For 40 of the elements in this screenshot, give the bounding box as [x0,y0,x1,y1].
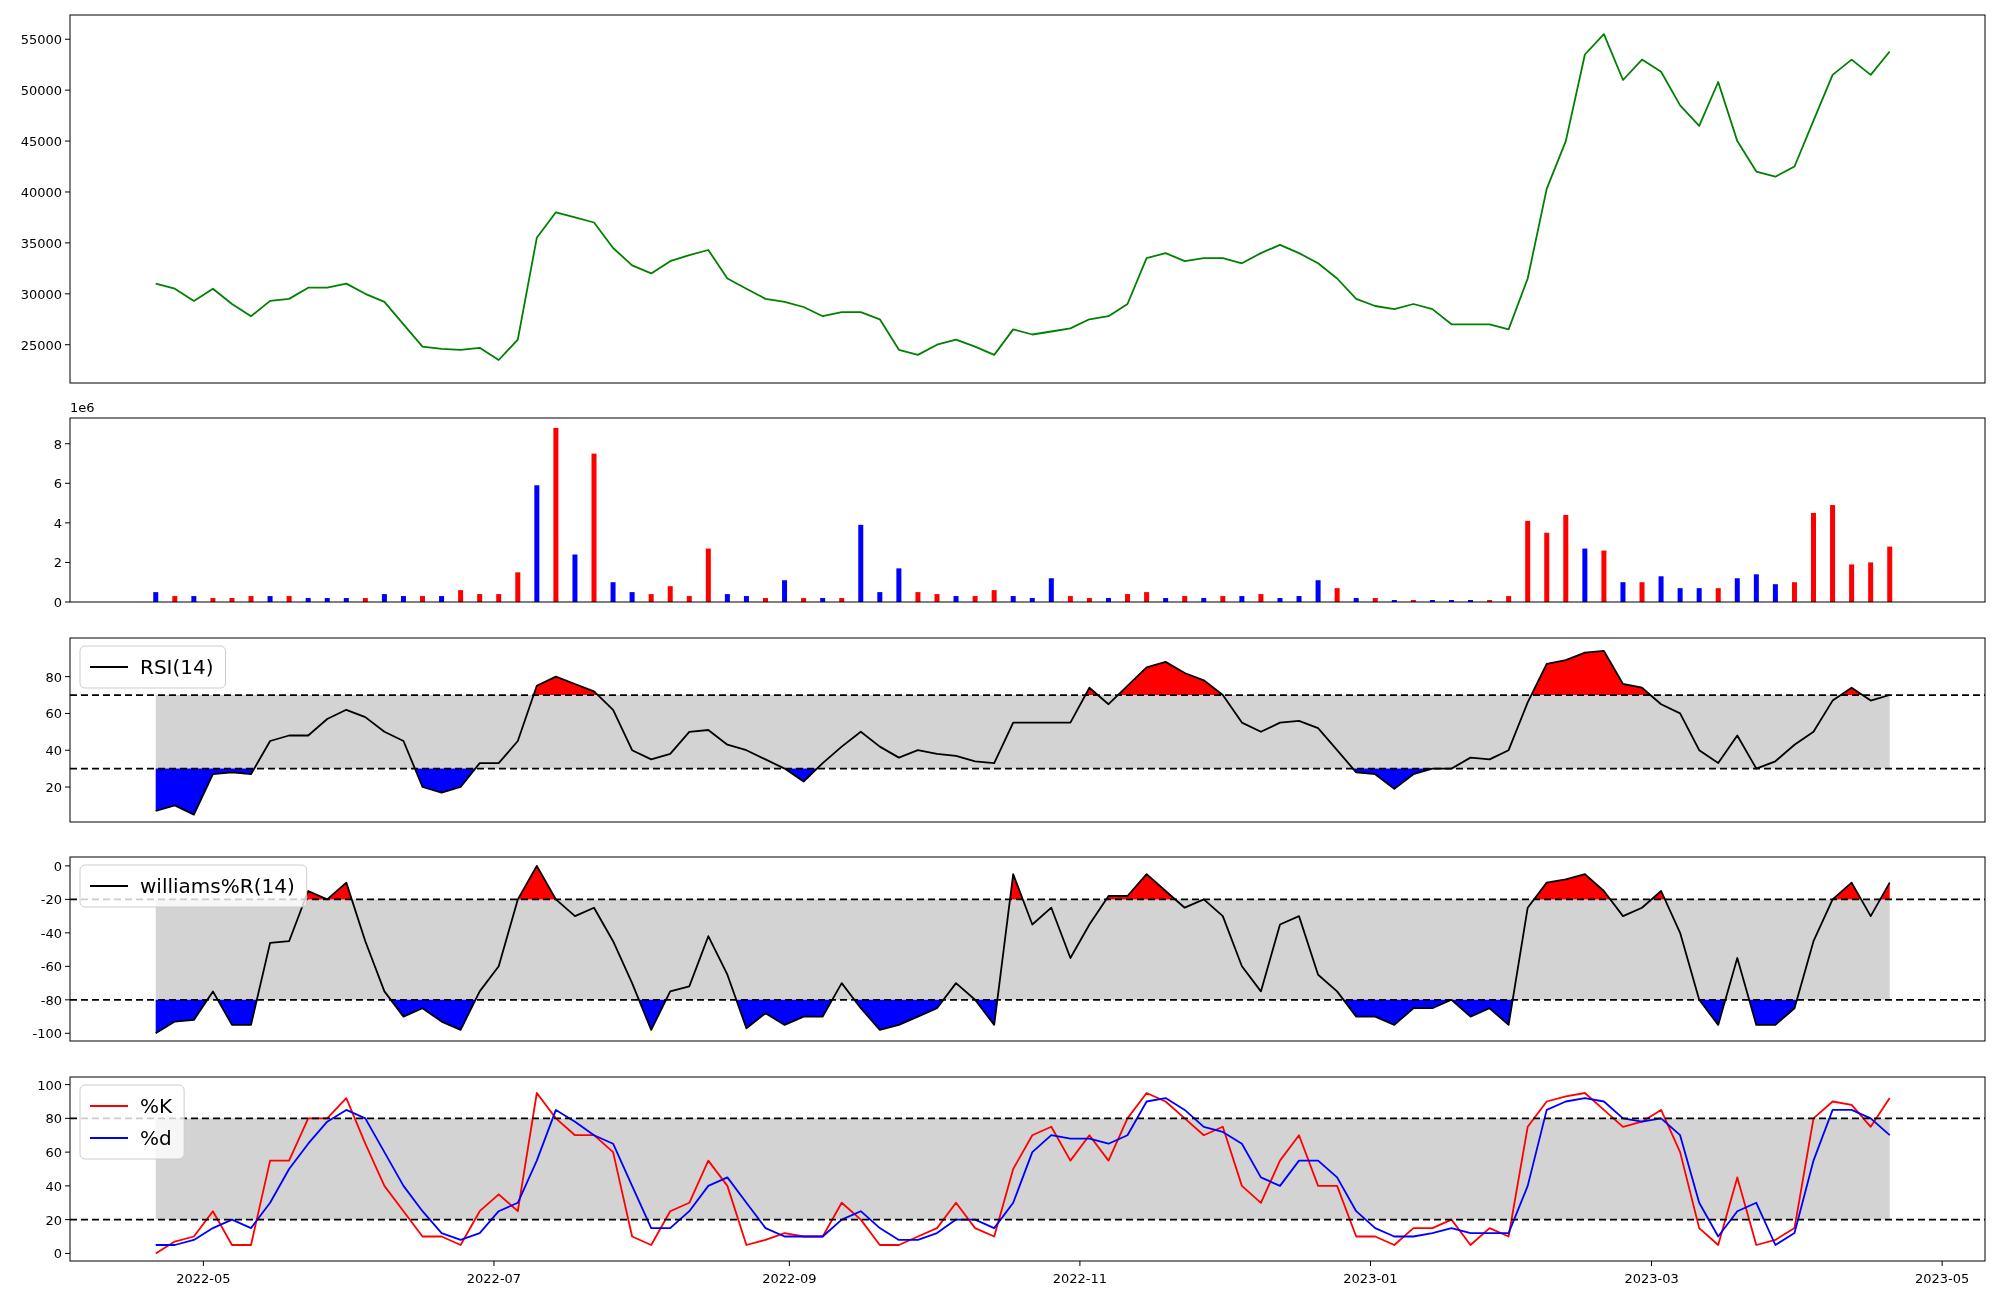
axis-tick-label: 6 [53,476,62,492]
axis-tick-label: 8 [53,436,62,452]
axis-tick-label: -40 [40,925,62,941]
axis-tick-label: -60 [40,959,62,975]
axis-tick-label: 80 [45,669,62,685]
axis-tick-label: 100 [37,1077,62,1093]
axis-tick-label: 40 [45,743,62,759]
axis-tick-label: 40 [45,1178,62,1194]
axis-tick-label: 2022-09 [762,1271,817,1286]
axis-tick-label: 2023-05 [1914,1271,1970,1286]
axis-tick-label: 25000 [20,337,62,353]
axis-tick-label: 80 [45,1111,62,1127]
axis-tick-label: -20 [40,892,62,908]
axis-tick-label: 0 [53,595,62,610]
axis-tick-label: 55000 [20,32,62,48]
legend-label: williams%R(14) [140,874,295,898]
axis-tick-label: 60 [45,706,62,722]
axis-tick-label: 2022-11 [1052,1271,1108,1286]
axis-tick-label: 45000 [20,134,62,150]
axis-tick-label: -80 [40,992,62,1008]
axis-offset-label: 1e6 [70,400,95,415]
axis-tick-label: 2022-05 [176,1271,231,1286]
axis-tick-label: -100 [32,1026,62,1042]
axis-tick-label: 40000 [20,184,62,200]
legend-label: RSI(14) [140,655,214,679]
axis-tick-label: 2 [53,555,62,571]
legend-label: %K [140,1094,173,1118]
axis-tick-label: 2023-01 [1343,1271,1398,1286]
axis-tick-label: 20 [45,1212,62,1228]
axis-tick-label: 35000 [20,235,62,251]
axis-tick-label: 4 [53,515,62,531]
axis-tick-label: 2022-07 [466,1271,522,1286]
axis-tick-label: 50000 [20,83,62,99]
axis-tick-label: 20 [45,780,62,796]
axis-tick-label: 0 [53,1246,62,1262]
axis-tick-label: 0 [53,858,62,874]
legend-label: %d [140,1126,172,1150]
axis-tick-label: 30000 [20,286,62,302]
axis-tick-label: 60 [45,1145,62,1161]
axis-tick-label: 2023-03 [1624,1271,1679,1286]
